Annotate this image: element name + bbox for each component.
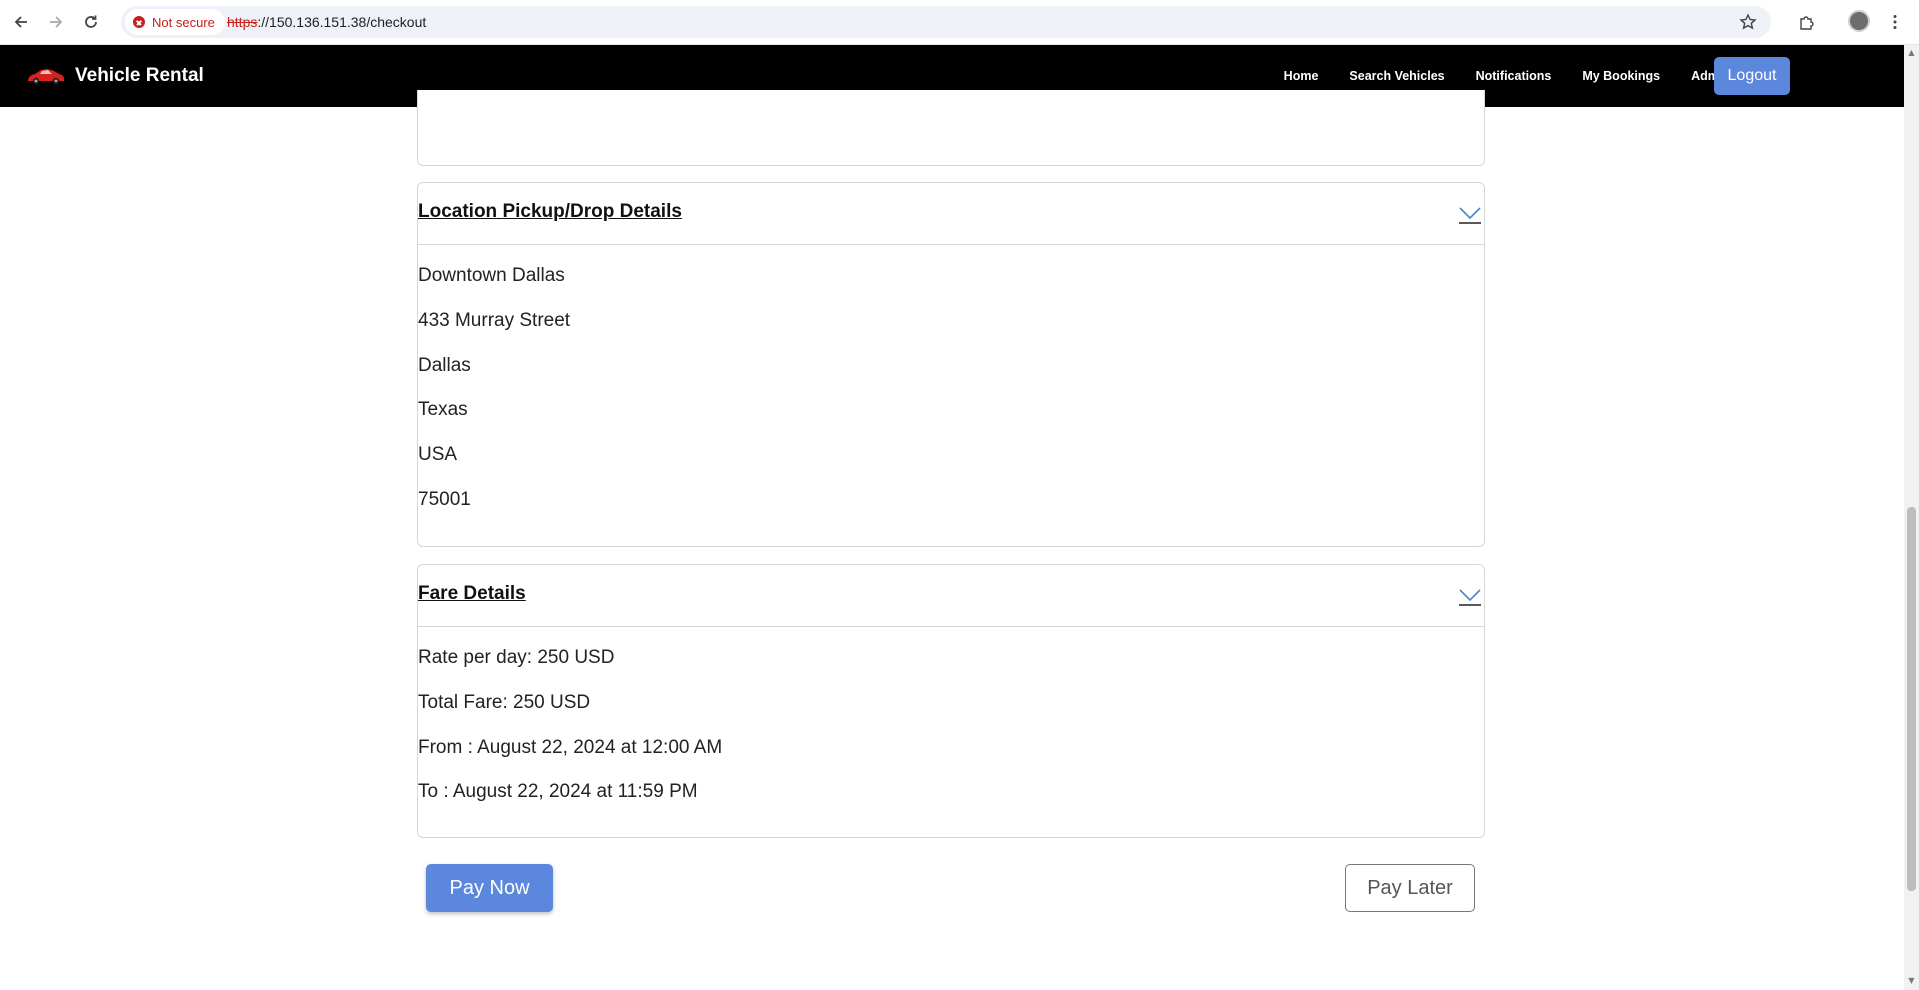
address-label-partial: Address: [418,92,493,113]
bookmark-star-icon[interactable] [1734,8,1762,36]
fare-card-title: Fare Details [418,583,526,604]
brand-name: Vehicle Rental [75,65,204,86]
back-arrow-icon[interactable] [7,8,35,36]
profile-avatar[interactable] [1848,10,1870,32]
location-line: Downtown Dallas [418,265,565,286]
location-card-header[interactable]: Location Pickup/Drop Details [418,183,1484,245]
page-scrollbar[interactable]: ▲ ▼ [1904,45,1919,990]
url-path: ://150.136.151.38/checkout [257,14,427,30]
fare-line: Rate per day: 250 USD [418,647,615,668]
fare-line: From : August 22, 2024 at 12:00 AM [418,736,723,758]
url-scheme: https [227,14,258,30]
insecure-warning-icon [133,16,145,28]
location-line: 433 Murray Street [418,309,571,331]
location-line: Dallas [418,354,471,376]
extensions-puzzle-icon[interactable] [1793,8,1821,36]
security-chip[interactable]: Not secure [125,9,225,35]
pay-now-button[interactable]: Pay Now [426,864,553,912]
logout-button[interactable]: Logout [1714,57,1790,95]
nav-home[interactable]: Home [1284,69,1319,83]
security-label: Not secure [152,14,215,30]
fare-line: Total Fare: 250 USD [418,691,591,713]
fare-card-header[interactable]: Fare Details [418,565,1484,627]
url-text: https://150.136.151.38/checkout [227,14,426,30]
address-card-partial: Address: [417,90,1485,166]
location-line: Texas [418,399,468,421]
location-line: 75001 [418,488,471,510]
location-card-title: Location Pickup/Drop Details [418,201,682,222]
location-details-card: Location Pickup/Drop Details Downtown Da… [417,182,1485,547]
fare-card-body: Rate per day: 250 USD Total Fare: 250 US… [418,627,1484,826]
car-logo-icon [28,69,64,85]
scroll-up-icon[interactable]: ▲ [1907,49,1916,57]
nav-search-vehicles[interactable]: Search Vehicles [1349,69,1444,83]
scroll-thumb[interactable] [1907,507,1916,891]
location-card-body: Downtown Dallas 433 Murray Street Dallas… [418,245,1484,534]
forward-arrow-icon[interactable] [42,8,70,36]
reload-icon[interactable] [77,8,105,36]
location-line: USA [418,444,458,466]
browser-toolbar: Not secure https://150.136.151.38/checko… [0,0,1919,45]
fare-details-card: Fare Details Rate per day: 250 USD Total… [417,564,1485,838]
brand[interactable]: Vehicle Rental [26,59,204,93]
fare-line: To : August 22, 2024 at 11:59 PM [418,781,698,803]
address-bar[interactable]: Not secure https://150.136.151.38/checko… [121,6,1771,38]
browser-menu-icon[interactable] [1881,8,1909,36]
chevron-down-icon[interactable] [1458,585,1482,607]
scroll-down-icon[interactable]: ▼ [1907,977,1916,985]
chevron-down-icon[interactable] [1458,203,1482,225]
nav-my-bookings[interactable]: My Bookings [1582,69,1660,83]
nav-notifications[interactable]: Notifications [1476,69,1552,83]
pay-later-button[interactable]: Pay Later [1345,864,1475,912]
